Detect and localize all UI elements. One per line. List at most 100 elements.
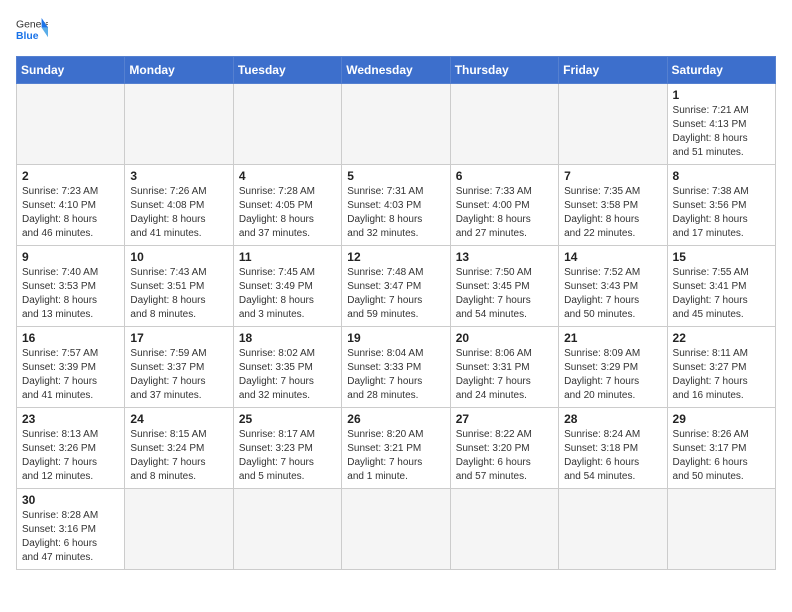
calendar-cell: 24 Sunrise: 8:15 AM Sunset: 3:24 PM Dayli… xyxy=(125,408,233,489)
day-number: 8 xyxy=(673,169,770,183)
page-header: General Blue xyxy=(16,16,776,44)
day-number: 5 xyxy=(347,169,444,183)
calendar-cell xyxy=(342,84,450,165)
day-number: 26 xyxy=(347,412,444,426)
calendar-cell: 8 Sunrise: 7:38 AM Sunset: 3:56 PM Daylig… xyxy=(667,165,775,246)
day-info: Sunrise: 7:26 AM Sunset: 4:08 PM Dayligh… xyxy=(130,185,227,241)
day-number: 29 xyxy=(673,412,770,426)
calendar-cell: 16 Sunrise: 7:57 AM Sunset: 3:39 PM Dayli… xyxy=(17,327,125,408)
day-info: Sunrise: 8:24 AM Sunset: 3:18 PM Dayligh… xyxy=(564,428,661,484)
day-info: Sunrise: 7:38 AM Sunset: 3:56 PM Dayligh… xyxy=(673,185,770,241)
day-number: 30 xyxy=(22,493,119,507)
day-number: 4 xyxy=(239,169,336,183)
calendar-cell: 1Sunrise: 7:21 AM Sunset: 4:13 PM Daylig… xyxy=(667,84,775,165)
calendar-cell xyxy=(559,84,667,165)
day-number: 10 xyxy=(130,250,227,264)
calendar-cell xyxy=(450,489,558,570)
day-number: 6 xyxy=(456,169,553,183)
calendar-cell: 10 Sunrise: 7:43 AM Sunset: 3:51 PM Dayli… xyxy=(125,246,233,327)
day-number: 1 xyxy=(673,88,770,102)
day-number: 27 xyxy=(456,412,553,426)
day-info: Sunrise: 7:43 AM Sunset: 3:51 PM Dayligh… xyxy=(130,266,227,322)
day-info: Sunrise: 7:48 AM Sunset: 3:47 PM Dayligh… xyxy=(347,266,444,322)
calendar-cell xyxy=(17,84,125,165)
day-info: Sunrise: 8:13 AM Sunset: 3:26 PM Dayligh… xyxy=(22,428,119,484)
calendar-cell: 29Sunrise: 8:26 AM Sunset: 3:17 PM Dayli… xyxy=(667,408,775,489)
day-info: Sunrise: 7:57 AM Sunset: 3:39 PM Dayligh… xyxy=(22,347,119,403)
day-info: Sunrise: 8:02 AM Sunset: 3:35 PM Dayligh… xyxy=(239,347,336,403)
day-info: Sunrise: 7:50 AM Sunset: 3:45 PM Dayligh… xyxy=(456,266,553,322)
weekday-wednesday: Wednesday xyxy=(342,57,450,84)
day-number: 16 xyxy=(22,331,119,345)
day-number: 2 xyxy=(22,169,119,183)
day-info: Sunrise: 7:33 AM Sunset: 4:00 PM Dayligh… xyxy=(456,185,553,241)
calendar-cell: 5 Sunrise: 7:31 AM Sunset: 4:03 PM Daylig… xyxy=(342,165,450,246)
day-info: Sunrise: 8:22 AM Sunset: 3:20 PM Dayligh… xyxy=(456,428,553,484)
day-info: Sunrise: 7:31 AM Sunset: 4:03 PM Dayligh… xyxy=(347,185,444,241)
calendar-cell xyxy=(125,489,233,570)
calendar-cell: 19 Sunrise: 8:04 AM Sunset: 3:33 PM Dayli… xyxy=(342,327,450,408)
calendar-cell xyxy=(667,489,775,570)
day-number: 7 xyxy=(564,169,661,183)
calendar-cell: 15Sunrise: 7:55 AM Sunset: 3:41 PM Dayli… xyxy=(667,246,775,327)
calendar-week-5: 30 Sunrise: 8:28 AM Sunset: 3:16 PM Dayli… xyxy=(17,489,776,570)
day-info: Sunrise: 7:40 AM Sunset: 3:53 PM Dayligh… xyxy=(22,266,119,322)
day-info: Sunrise: 7:45 AM Sunset: 3:49 PM Dayligh… xyxy=(239,266,336,322)
calendar-cell: 4 Sunrise: 7:28 AM Sunset: 4:05 PM Daylig… xyxy=(233,165,341,246)
weekday-saturday: Saturday xyxy=(667,57,775,84)
calendar-cell xyxy=(342,489,450,570)
calendar-week-3: 16 Sunrise: 7:57 AM Sunset: 3:39 PM Dayli… xyxy=(17,327,776,408)
day-number: 22 xyxy=(673,331,770,345)
calendar-cell: 12Sunrise: 7:48 AM Sunset: 3:47 PM Dayli… xyxy=(342,246,450,327)
calendar-cell xyxy=(125,84,233,165)
day-number: 20 xyxy=(456,331,553,345)
calendar-cell: 14 Sunrise: 7:52 AM Sunset: 3:43 PM Dayli… xyxy=(559,246,667,327)
day-number: 9 xyxy=(22,250,119,264)
day-info: Sunrise: 8:20 AM Sunset: 3:21 PM Dayligh… xyxy=(347,428,444,484)
calendar-cell: 23Sunrise: 8:13 AM Sunset: 3:26 PM Dayli… xyxy=(17,408,125,489)
day-info: Sunrise: 7:55 AM Sunset: 3:41 PM Dayligh… xyxy=(673,266,770,322)
day-info: Sunrise: 7:28 AM Sunset: 4:05 PM Dayligh… xyxy=(239,185,336,241)
calendar-table: SundayMondayTuesdayWednesdayThursdayFrid… xyxy=(16,56,776,570)
day-info: Sunrise: 7:52 AM Sunset: 3:43 PM Dayligh… xyxy=(564,266,661,322)
weekday-tuesday: Tuesday xyxy=(233,57,341,84)
weekday-thursday: Thursday xyxy=(450,57,558,84)
calendar-cell: 3Sunrise: 7:26 AM Sunset: 4:08 PM Daylig… xyxy=(125,165,233,246)
calendar-cell xyxy=(559,489,667,570)
day-number: 24 xyxy=(130,412,227,426)
calendar-cell xyxy=(233,84,341,165)
day-number: 13 xyxy=(456,250,553,264)
calendar-cell: 27 Sunrise: 8:22 AM Sunset: 3:20 PM Dayli… xyxy=(450,408,558,489)
day-number: 17 xyxy=(130,331,227,345)
day-number: 11 xyxy=(239,250,336,264)
calendar-cell: 21 Sunrise: 8:09 AM Sunset: 3:29 PM Dayli… xyxy=(559,327,667,408)
calendar-cell: 11 Sunrise: 7:45 AM Sunset: 3:49 PM Dayli… xyxy=(233,246,341,327)
calendar-cell xyxy=(233,489,341,570)
weekday-header-row: SundayMondayTuesdayWednesdayThursdayFrid… xyxy=(17,57,776,84)
calendar-week-0: 1Sunrise: 7:21 AM Sunset: 4:13 PM Daylig… xyxy=(17,84,776,165)
day-info: Sunrise: 8:28 AM Sunset: 3:16 PM Dayligh… xyxy=(22,509,119,565)
day-number: 19 xyxy=(347,331,444,345)
day-info: Sunrise: 8:04 AM Sunset: 3:33 PM Dayligh… xyxy=(347,347,444,403)
svg-text:Blue: Blue xyxy=(16,31,39,42)
calendar-cell: 30 Sunrise: 8:28 AM Sunset: 3:16 PM Dayli… xyxy=(17,489,125,570)
day-info: Sunrise: 7:23 AM Sunset: 4:10 PM Dayligh… xyxy=(22,185,119,241)
weekday-friday: Friday xyxy=(559,57,667,84)
calendar-cell: 17 Sunrise: 7:59 AM Sunset: 3:37 PM Dayli… xyxy=(125,327,233,408)
day-number: 28 xyxy=(564,412,661,426)
calendar-week-4: 23Sunrise: 8:13 AM Sunset: 3:26 PM Dayli… xyxy=(17,408,776,489)
day-number: 14 xyxy=(564,250,661,264)
calendar-cell: 20Sunrise: 8:06 AM Sunset: 3:31 PM Dayli… xyxy=(450,327,558,408)
day-info: Sunrise: 8:15 AM Sunset: 3:24 PM Dayligh… xyxy=(130,428,227,484)
day-info: Sunrise: 8:17 AM Sunset: 3:23 PM Dayligh… xyxy=(239,428,336,484)
weekday-monday: Monday xyxy=(125,57,233,84)
day-info: Sunrise: 8:09 AM Sunset: 3:29 PM Dayligh… xyxy=(564,347,661,403)
day-number: 25 xyxy=(239,412,336,426)
calendar-week-1: 2 Sunrise: 7:23 AM Sunset: 4:10 PM Daylig… xyxy=(17,165,776,246)
calendar-cell: 7Sunrise: 7:35 AM Sunset: 3:58 PM Daylig… xyxy=(559,165,667,246)
calendar-cell: 18Sunrise: 8:02 AM Sunset: 3:35 PM Dayli… xyxy=(233,327,341,408)
day-info: Sunrise: 7:59 AM Sunset: 3:37 PM Dayligh… xyxy=(130,347,227,403)
day-number: 21 xyxy=(564,331,661,345)
calendar-cell: 2 Sunrise: 7:23 AM Sunset: 4:10 PM Daylig… xyxy=(17,165,125,246)
calendar-cell: 13 Sunrise: 7:50 AM Sunset: 3:45 PM Dayli… xyxy=(450,246,558,327)
